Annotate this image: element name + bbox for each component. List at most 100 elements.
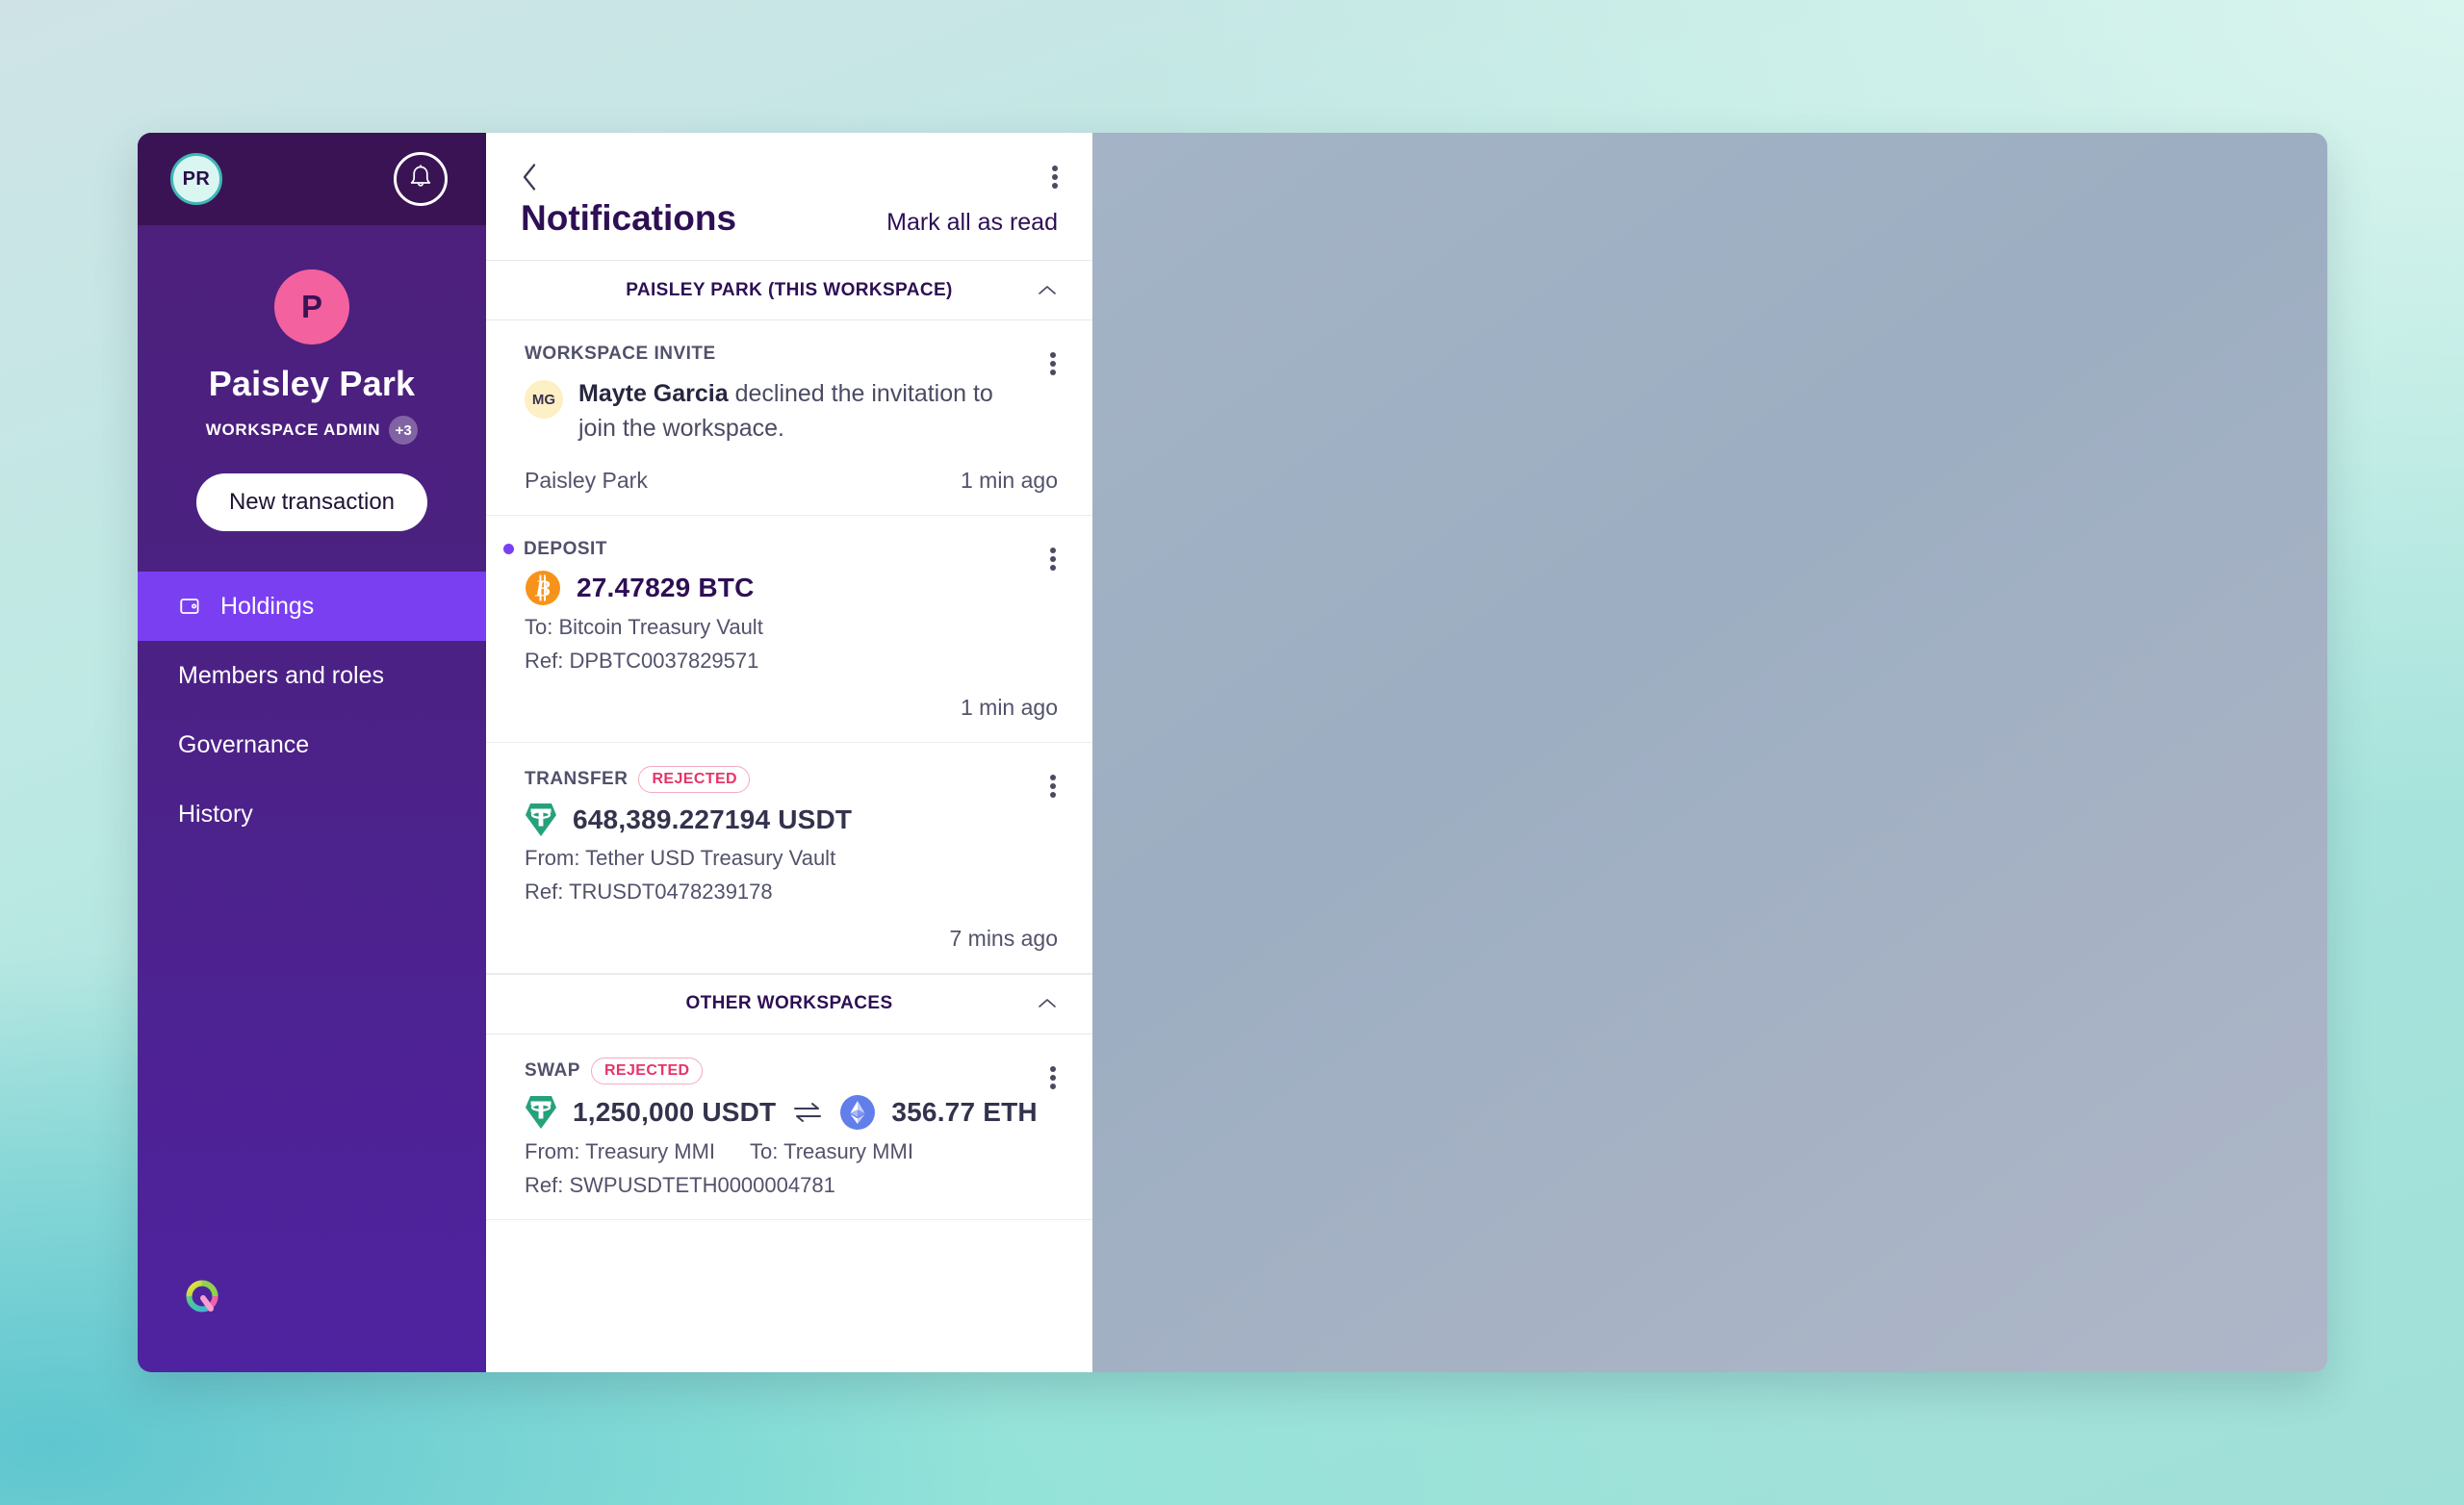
svg-text:B: B [534,576,551,601]
notification-type-row: TRANSFER REJECTED [525,765,1058,793]
notification-source: From: Tether USD Treasury Vault [525,845,836,870]
tether-icon [526,803,556,836]
workspace-role-extra-badge[interactable]: +3 [389,416,419,445]
notification-footer: 7 mins ago [525,926,1058,952]
workspace-profile: P Paisley Park WORKSPACE ADMIN +3 [138,225,486,445]
kebab-dot [1050,370,1056,375]
notifications-header: Notifications Mark all as read [486,133,1092,260]
workspace-name: Paisley Park [208,364,416,403]
notification-reference: Ref: SWPUSDTETH0000004781 [525,1172,835,1197]
kebab-dot [1050,352,1056,358]
kebab-dot [1050,564,1056,571]
notifications-bell-button[interactable] [394,152,448,206]
kebab-dot [1050,782,1056,789]
sidebar-item-governance[interactable]: Governance [138,710,486,779]
notification-timestamp: 1 min ago [960,467,1058,493]
sidebar-item-members-and-roles[interactable]: Members and roles [138,641,486,710]
notification-body: MG Mayte Garcia declined the invitation … [525,376,1058,446]
user-avatar-initials: PR [182,167,211,190]
notification-destination: To: Bitcoin Treasury Vault [525,614,763,639]
sidebar-item-label: Governance [178,730,310,758]
back-button[interactable] [521,163,538,191]
notifications-header-main: Notifications Mark all as read [521,198,1058,260]
status-badge: REJECTED [638,765,751,793]
bell-icon [410,165,431,187]
kebab-dot [1050,1065,1056,1072]
sidebar-item-label: Holdings [220,592,315,620]
avatar: MG [525,380,563,419]
kebab-dot [1052,174,1058,180]
qredo-q-logo [186,1280,218,1313]
notification-amount-row: B 27.47829 BTC [525,570,1058,606]
notification-type-row: SWAP REJECTED [525,1057,1058,1084]
section-label: PAISLEY PARK (THIS WORKSPACE) [626,279,953,300]
app-logo[interactable] [178,1273,226,1326]
notification-workspace: Paisley Park [525,467,648,493]
notification-type-row: DEPOSIT [503,539,1058,560]
ethereum-icon [840,1094,876,1130]
section-header-this-workspace[interactable]: PAISLEY PARK (THIS WORKSPACE) [486,260,1092,320]
kebab-dot [1050,791,1056,798]
notification-amount-row: 648,389.227194 USDT [525,803,1058,837]
notification-timestamp: 7 mins ago [949,925,1058,951]
notification-footer: Paisley Park 1 min ago [525,468,1058,494]
notification-item-swap[interactable]: SWAP REJECTED 1,250,000 USDT 356.77 ETH … [486,1034,1092,1220]
workspace-role-row: WORKSPACE ADMIN +3 [138,416,486,445]
new-transaction-button[interactable]: New transaction [195,473,428,531]
dimmed-main-content[interactable] [1092,133,2327,1372]
notification-reference: Ref: DPBTC0037829571 [525,648,759,673]
chevron-up-icon[interactable] [1037,997,1058,1010]
mark-all-as-read-button[interactable]: Mark all as read [886,209,1058,237]
notification-message: Mayte Garcia declined the invitation to … [578,376,1015,446]
notification-type-label: WORKSPACE INVITE [525,344,716,364]
notification-amount: 27.47829 BTC [577,572,755,602]
user-avatar[interactable]: PR [170,153,222,205]
kebab-dot [1050,555,1056,562]
sidebar-item-history[interactable]: History [138,779,486,849]
chevron-up-icon[interactable] [1037,284,1058,297]
notification-type-label: SWAP [525,1059,580,1081]
sidebar-item-label: Members and roles [178,661,384,689]
bitcoin-icon: B [526,570,560,605]
notification-item-transfer[interactable]: TRANSFER REJECTED 648,389.227194 USDT Fr… [486,743,1092,974]
section-label: OTHER WORKSPACES [685,993,893,1013]
app-window: PR P Paisley Park WORKSPACE ADMIN +3 New… [138,133,2327,1372]
chevron-left-icon [523,164,536,191]
notification-footer: 1 min ago [525,695,1058,721]
workspace-avatar[interactable]: P [274,269,349,344]
section-header-other-workspaces[interactable]: OTHER WORKSPACES [486,973,1092,1034]
kebab-dot [1050,1083,1056,1089]
workspace-role-label: WORKSPACE ADMIN [205,421,381,439]
kebab-dot [1050,1074,1056,1081]
notification-menu-button[interactable] [1050,349,1056,378]
notification-item-workspace-invite[interactable]: WORKSPACE INVITE MG Mayte Garcia decline… [486,320,1092,516]
sidebar-item-holdings[interactable]: Holdings [138,572,486,641]
tether-icon [526,1095,556,1129]
notification-destination: To: Treasury MMI [750,1138,913,1163]
notification-menu-button[interactable] [1050,1063,1056,1092]
notification-reference: Ref: TRUSDT0478239178 [525,879,773,904]
swap-arrows-icon [794,1102,822,1122]
notifications-header-top [521,156,1058,198]
kebab-dot [1050,361,1056,367]
notification-menu-button[interactable] [1050,772,1056,801]
sidebar: PR P Paisley Park WORKSPACE ADMIN +3 New… [138,133,486,1372]
notifications-list[interactable]: PAISLEY PARK (THIS WORKSPACE) WORKSPACE … [486,260,1092,1372]
notifications-menu-button[interactable] [1052,163,1058,191]
kebab-dot [1052,166,1058,171]
notification-menu-button[interactable] [1050,545,1056,574]
notification-item-deposit[interactable]: DEPOSIT B 27.47829 BTC To: Bitcoin Treas… [486,516,1092,743]
notification-source: From: Treasury MMI [525,1138,716,1163]
workspace-avatar-initial: P [300,289,322,324]
wallet-icon [180,599,199,614]
kebab-dot [1050,774,1056,780]
notification-swap-accounts: From: Treasury MMI To: Treasury MMI [525,1139,1058,1164]
notification-type-row: WORKSPACE INVITE [525,344,1058,365]
avatar-initials: MG [531,391,556,408]
notifications-panel: Notifications Mark all as read PAISLEY P… [486,133,1092,1372]
notification-timestamp: 1 min ago [960,694,1058,720]
kebab-dot [1052,183,1058,189]
sidebar-nav: Holdings Members and roles Governance Hi… [138,572,486,849]
status-badge: REJECTED [590,1057,703,1084]
notification-swap-row: 1,250,000 USDT 356.77 ETH [525,1094,1058,1131]
